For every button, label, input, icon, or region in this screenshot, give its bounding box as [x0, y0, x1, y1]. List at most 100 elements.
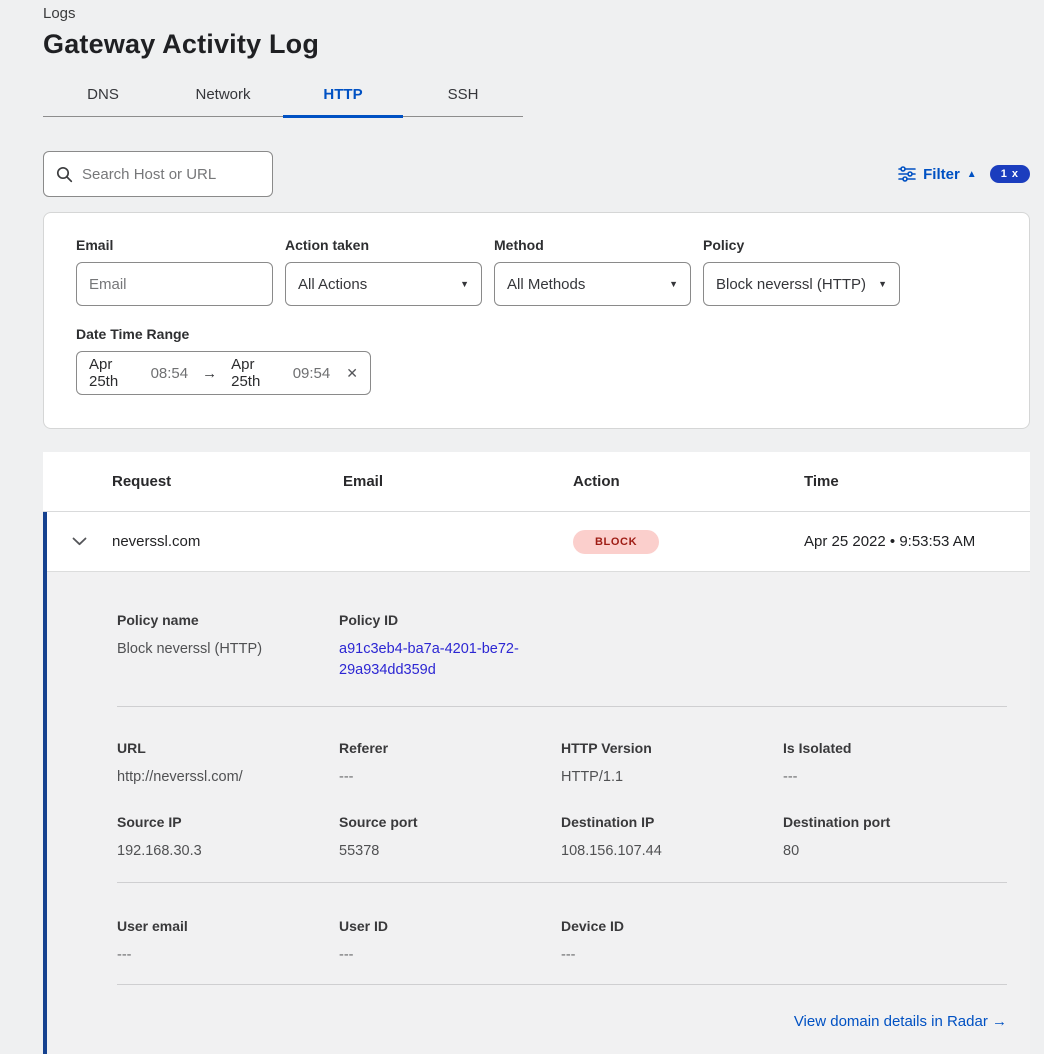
- arrow-right-icon: →: [202, 365, 217, 382]
- policy-name-field: Policy name Block neverssl (HTTP): [117, 612, 339, 681]
- source-port-label: Source port: [339, 814, 561, 830]
- policy-filter-label: Policy: [703, 237, 900, 253]
- user-email-label: User email: [117, 918, 339, 934]
- column-request: Request: [112, 473, 343, 490]
- page-content: Logs Gateway Activity Log DNS Network HT…: [43, 0, 1030, 1054]
- caret-down-icon: ▼: [460, 279, 469, 289]
- policy-section: Policy name Block neverssl (HTTP) Policy…: [117, 612, 1030, 706]
- user-row: User email --- User ID --- Device ID ---: [117, 918, 1030, 966]
- caret-down-icon: ▼: [878, 279, 887, 289]
- device-id-value: ---: [561, 945, 783, 966]
- device-id-field: Device ID ---: [561, 918, 783, 966]
- activity-table: Request Email Action Time neverssl.com B…: [43, 452, 1030, 1054]
- column-email: Email: [343, 473, 573, 490]
- is-isolated-label: Is Isolated: [783, 740, 1030, 756]
- breadcrumb[interactable]: Logs: [43, 0, 1030, 22]
- source-port-field: Source port 55378: [339, 814, 561, 862]
- http-version-field: HTTP Version HTTP/1.1: [561, 740, 783, 788]
- http-version-value: HTTP/1.1: [561, 767, 783, 788]
- user-id-label: User ID: [339, 918, 561, 934]
- filter-panel: Email Action taken All Actions ▼ Method …: [43, 212, 1030, 429]
- date-range-row: Date Time Range Apr 25th 08:54 → Apr 25t…: [76, 326, 997, 395]
- radar-link[interactable]: View domain details in Radar →: [794, 1013, 1007, 1030]
- caret-up-icon[interactable]: ▲: [967, 169, 977, 180]
- user-id-value: ---: [339, 945, 561, 966]
- caret-down-icon: ▼: [669, 279, 678, 289]
- row-expand-toggle[interactable]: [47, 537, 112, 546]
- source-ip-value: 192.168.30.3: [117, 841, 339, 862]
- source-ip-field: Source IP 192.168.30.3: [117, 814, 339, 862]
- is-isolated-field: Is Isolated ---: [783, 740, 1030, 788]
- user-id-field: User ID ---: [339, 918, 561, 966]
- http-section: URL http://neverssl.com/ Referer --- HTT…: [117, 707, 1030, 883]
- url-label: URL: [117, 740, 339, 756]
- range-end-date: Apr 25th: [231, 356, 285, 390]
- block-status-badge: BLOCK: [573, 530, 659, 554]
- row-detail-panel: Policy name Block neverssl (HTTP) Policy…: [47, 572, 1030, 1054]
- method-filter-group: Method All Methods ▼: [494, 237, 691, 306]
- date-range-group: Date Time Range Apr 25th 08:54 → Apr 25t…: [76, 326, 371, 395]
- row-time: Apr 25 2022 • 9:53:53 AM: [804, 533, 1030, 550]
- destination-port-label: Destination port: [783, 814, 1030, 830]
- date-range-control[interactable]: Apr 25th 08:54 → Apr 25th 09:54 ✕: [76, 351, 371, 395]
- tab-bar: DNS Network HTTP SSH: [43, 76, 523, 117]
- search-box[interactable]: [43, 151, 273, 197]
- range-start-time: 08:54: [151, 365, 189, 382]
- http-version-label: HTTP Version: [561, 740, 783, 756]
- user-section: User email --- User ID --- Device ID ---: [117, 883, 1030, 984]
- policy-filter-select[interactable]: Block neverssl (HTTP) ▼: [703, 262, 900, 306]
- filter-controls: Filter ▲ 1 x: [898, 165, 1030, 183]
- email-filter-control: [76, 262, 273, 306]
- tab-http[interactable]: HTTP: [283, 76, 403, 118]
- action-filter-label: Action taken: [285, 237, 482, 253]
- tab-network[interactable]: Network: [163, 76, 283, 118]
- search-icon: [56, 166, 73, 183]
- email-filter-input[interactable]: [89, 276, 260, 293]
- row-action: BLOCK: [573, 530, 804, 554]
- policy-filter-group: Policy Block neverssl (HTTP) ▼: [703, 237, 900, 306]
- user-email-value: ---: [117, 945, 339, 966]
- action-filter-value: All Actions: [298, 276, 367, 293]
- destination-ip-field: Destination IP 108.156.107.44: [561, 814, 783, 862]
- destination-ip-value: 108.156.107.44: [561, 841, 783, 862]
- policy-filter-value: Block neverssl (HTTP): [716, 276, 866, 293]
- column-time: Time: [804, 473, 1030, 490]
- destination-ip-label: Destination IP: [561, 814, 783, 830]
- radar-link-row: View domain details in Radar →: [117, 985, 1007, 1030]
- expanded-row-group: neverssl.com BLOCK Apr 25 2022 • 9:53:53…: [43, 512, 1030, 1054]
- filter-icon: [898, 166, 916, 182]
- referer-label: Referer: [339, 740, 561, 756]
- range-end-time: 09:54: [293, 365, 331, 382]
- filter-count-badge[interactable]: 1 x: [990, 165, 1030, 183]
- method-filter-select[interactable]: All Methods ▼: [494, 262, 691, 306]
- range-start-date: Apr 25th: [89, 356, 143, 390]
- chevron-down-icon: [72, 537, 87, 546]
- method-filter-value: All Methods: [507, 276, 585, 293]
- referer-value: ---: [339, 767, 561, 788]
- network-row: Source IP 192.168.30.3 Source port 55378…: [117, 814, 1030, 882]
- action-filter-group: Action taken All Actions ▼: [285, 237, 482, 306]
- table-row[interactable]: neverssl.com BLOCK Apr 25 2022 • 9:53:53…: [47, 512, 1030, 572]
- destination-port-value: 80: [783, 841, 1030, 862]
- filter-fields-row: Email Action taken All Actions ▼ Method …: [76, 237, 997, 306]
- action-filter-select[interactable]: All Actions ▼: [285, 262, 482, 306]
- search-input[interactable]: [82, 166, 281, 183]
- is-isolated-value: ---: [783, 767, 1030, 788]
- policy-id-link[interactable]: a91c3eb4-ba7a-4201-be72-29a934dd359d: [339, 639, 529, 681]
- column-action: Action: [573, 473, 804, 490]
- destination-port-field: Destination port 80: [783, 814, 1030, 862]
- tab-dns[interactable]: DNS: [43, 76, 163, 118]
- close-icon[interactable]: ✕: [346, 365, 358, 382]
- email-filter-group: Email: [76, 237, 273, 306]
- policy-name-value: Block neverssl (HTTP): [117, 639, 339, 660]
- source-port-value: 55378: [339, 841, 561, 862]
- source-ip-label: Source IP: [117, 814, 339, 830]
- tab-ssh[interactable]: SSH: [403, 76, 523, 118]
- url-row: URL http://neverssl.com/ Referer --- HTT…: [117, 740, 1030, 788]
- filter-toggle[interactable]: Filter: [923, 166, 960, 183]
- policy-id-label: Policy ID: [339, 612, 1030, 628]
- page-title: Gateway Activity Log: [43, 29, 1030, 60]
- url-value: http://neverssl.com/: [117, 767, 339, 788]
- row-request: neverssl.com: [112, 533, 343, 550]
- search-filter-row: Filter ▲ 1 x: [43, 151, 1030, 197]
